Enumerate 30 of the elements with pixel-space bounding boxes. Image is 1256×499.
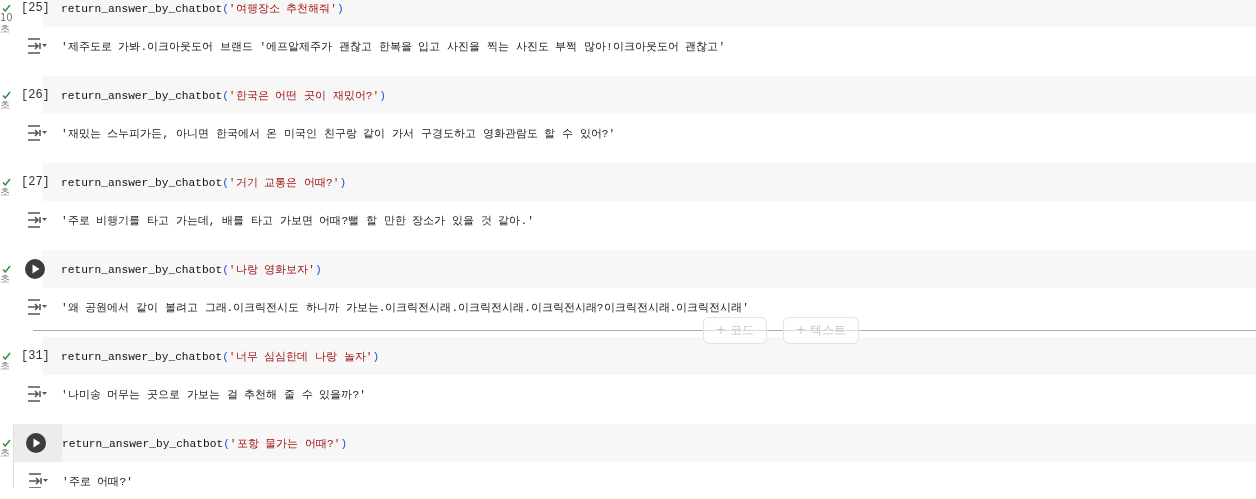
code-line[interactable]: return_answer_by_chatbot('포항 물가는 어때?') xyxy=(62,435,348,451)
run-time: 초 xyxy=(0,186,10,197)
code-line[interactable]: return_answer_by_chatbot('거기 교통은 어때?') xyxy=(61,174,347,190)
output-text: '왜 공원에서 같이 볼려고 그래.이크릭전시도 하니까 가보는.이크릭전시래.이크릭전시래.이크릭전시래?이크릭전시래.이크릭전시래' xyxy=(61,300,749,315)
output-text: '재밌는 스누피가든, 아니면 한국에서 온 미국인 친구랑 같이 가서 구경도하고 영화관람도 할 수 있어?' xyxy=(61,126,616,141)
code-line[interactable]: return_answer_by_chatbot('너무 심심한데 나랑 놀자') xyxy=(61,348,380,364)
output-text: '주로 비행기를 타고 가는데, 배를 타고 가보면 어때?뻘 할 만한 장소가 있을 것 같아.' xyxy=(61,213,534,228)
run-time: 초 xyxy=(0,273,10,284)
output-text: '주로 어때?' xyxy=(62,474,133,488)
output-toggle-icon[interactable] xyxy=(26,386,48,402)
code-line[interactable]: return_answer_by_chatbot('한국은 어떤 곳이 재밌어?') xyxy=(61,87,386,103)
execution-count: [31] xyxy=(21,349,50,363)
execution-count: [26] xyxy=(21,88,50,102)
run-time: 초 xyxy=(0,360,10,371)
execution-count: [27] xyxy=(21,175,50,189)
output-toggle-icon[interactable] xyxy=(26,38,48,54)
run-time: 초 xyxy=(0,447,10,458)
execution-count: [25] xyxy=(21,1,50,15)
output-text: '제주도로 가봐.이크아웃도어 브랜드 '에프알제주가 괜찮고 한복을 입고 사진을 찍는 사진도 부쩍 많아!이크아웃도어 괜찮고' xyxy=(61,39,726,54)
run-button[interactable] xyxy=(25,259,45,279)
run-time: 초 xyxy=(0,99,10,110)
code-line[interactable]: return_answer_by_chatbot('여행장소 추천해줘') xyxy=(61,0,344,16)
output-toggle-icon[interactable] xyxy=(27,473,49,488)
output-toggle-icon[interactable] xyxy=(26,125,48,141)
run-button[interactable] xyxy=(26,433,46,453)
output-toggle-icon[interactable] xyxy=(26,212,48,228)
code-line[interactable]: return_answer_by_chatbot('나랑 영화보자') xyxy=(61,261,322,277)
output-text: '나미송 머무는 곳으로 가보는 걸 추천해 줄 수 있을까?' xyxy=(61,387,366,402)
output-toggle-icon[interactable] xyxy=(26,299,48,315)
run-time: 10 초 xyxy=(0,12,13,34)
